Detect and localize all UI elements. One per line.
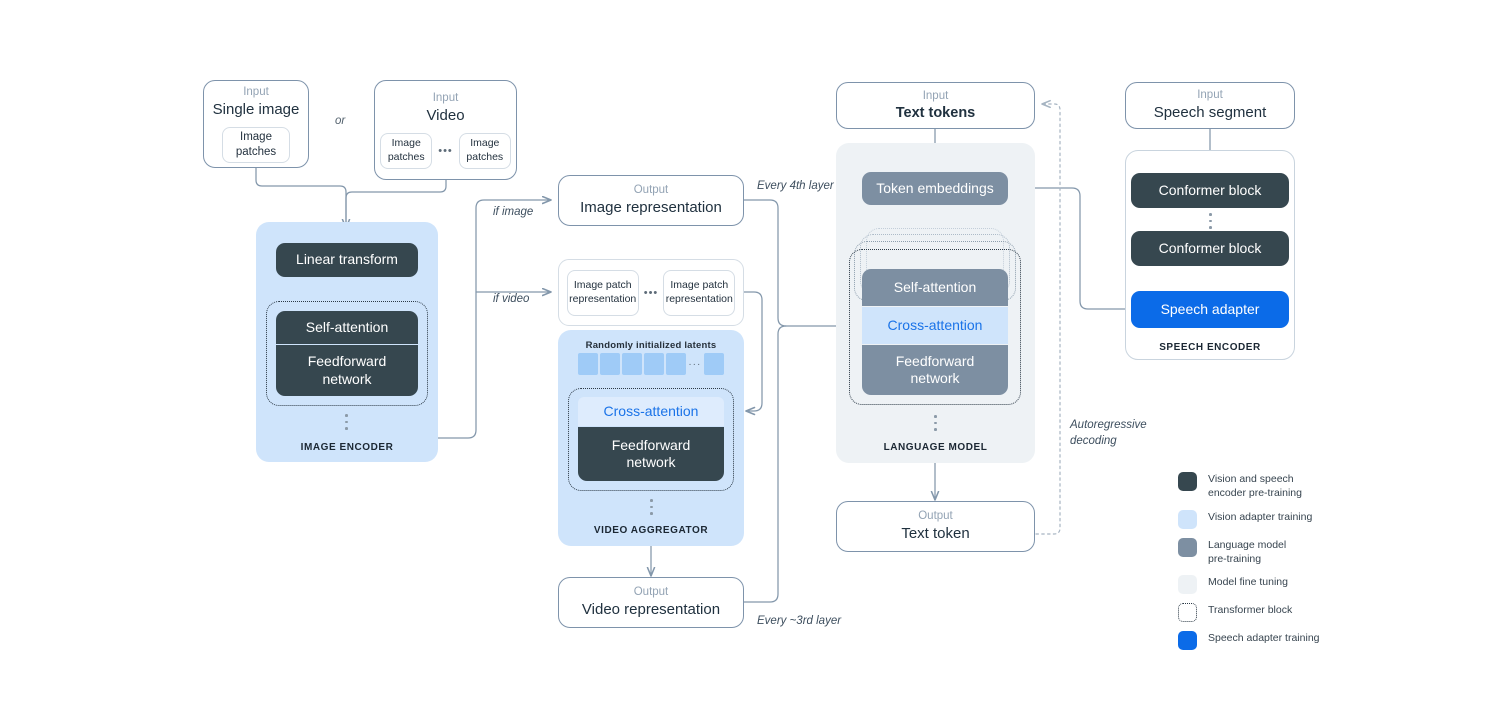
- image-representation-title: Image representation: [580, 198, 722, 216]
- token-embeddings-block: Token embeddings: [862, 172, 1008, 205]
- speech-adapter-block: Speech adapter: [1131, 291, 1289, 328]
- speech-segment-title: Speech segment: [1153, 103, 1267, 121]
- conformer-block-top: Conformer block: [1131, 173, 1289, 208]
- video-patches-chip-left: Image patches: [380, 132, 433, 169]
- latents-caption: Randomly initialized latents: [585, 340, 717, 351]
- video-patches-ellipsis: •••: [438, 144, 453, 157]
- image-encoder-label: IMAGE ENCODER: [300, 442, 394, 453]
- speech-encoder-ellipsis: [1209, 213, 1212, 229]
- legend-label: Speech adapter training: [1208, 632, 1320, 645]
- latent-square: [643, 353, 664, 375]
- image-patch-representation-left: Image patch representation: [566, 269, 639, 316]
- diagram-canvas: Input Single image Image patches or Inpu…: [0, 0, 1498, 710]
- legend-swatch-vision-adapter-training: [1178, 509, 1197, 529]
- input-video-card: Input Video Image patches ••• Image patc…: [374, 80, 517, 180]
- legend-item: Language model pre-training: [1178, 537, 1478, 567]
- text-tokens-kicker: Input: [922, 89, 949, 102]
- legend-label: Transformer block: [1208, 604, 1293, 617]
- legend-label: Model fine tuning: [1208, 576, 1288, 589]
- legend-label: Language model pre-training: [1208, 538, 1287, 565]
- patch-representation-ellipsis: •••: [643, 286, 659, 299]
- legend-swatch-language-model-pretraining: [1178, 537, 1197, 557]
- legend-swatch-vision-speech-encoder-pretraining: [1178, 472, 1197, 491]
- latent-square: [599, 353, 620, 375]
- single-image-patches-chip: Image patches: [222, 126, 290, 163]
- legend-swatch-model-fine-tuning: [1178, 575, 1197, 595]
- video-representation-title: Video representation: [581, 600, 721, 618]
- output-text-token-card: Output Text token: [836, 501, 1035, 552]
- input-video-title: Video: [426, 106, 465, 124]
- legend-swatch-transformer-block: [1178, 603, 1197, 623]
- image-encoder-feedforward: Feedforward network: [276, 345, 418, 396]
- latents-ellipsis: ···: [688, 358, 702, 370]
- legend-label: Vision adapter training: [1208, 510, 1313, 523]
- latents-row: ···: [578, 353, 725, 375]
- annotation-if-image: if image: [493, 206, 534, 218]
- language-model-cross-attention: Cross-attention: [862, 307, 1008, 344]
- speech-segment-kicker: Input: [1197, 89, 1223, 102]
- output-video-representation-card: Output Video representation: [558, 577, 744, 628]
- linear-transform-block: Linear transform: [276, 243, 418, 277]
- speech-encoder-label: SPEECH ENCODER: [1159, 342, 1261, 353]
- conformer-block-bottom: Conformer block: [1131, 231, 1289, 266]
- input-single-image-card: Input Single image Image patches: [203, 80, 309, 168]
- input-video-kicker: Input: [432, 92, 459, 105]
- input-speech-segment-card: Input Speech segment: [1125, 82, 1295, 129]
- language-model-self-attention: Self-attention: [862, 269, 1008, 306]
- legend: Vision and speech encoder pre-training V…: [1178, 472, 1478, 659]
- or-label: or: [335, 115, 346, 127]
- annotation-every-4th-layer: Every 4th layer: [757, 180, 834, 192]
- language-model-label: LANGUAGE MODEL: [883, 442, 988, 453]
- video-aggregator-cross-attention: Cross-attention: [578, 397, 724, 426]
- output-image-representation-card: Output Image representation: [558, 175, 744, 226]
- input-text-tokens-card: Input Text tokens: [836, 82, 1035, 129]
- text-tokens-title: Text tokens: [895, 105, 976, 122]
- text-token-title: Text token: [901, 524, 970, 542]
- language-model-ellipsis: [934, 415, 937, 431]
- legend-item: Vision adapter training: [1178, 509, 1478, 529]
- legend-item: Model fine tuning: [1178, 575, 1478, 595]
- video-aggregator-ellipsis: [650, 499, 653, 515]
- annotation-every-3rd-layer: Every ~3rd layer: [757, 615, 842, 627]
- legend-swatch-speech-adapter-training: [1178, 631, 1197, 651]
- latent-square: [621, 353, 642, 375]
- video-aggregator-label: VIDEO AGGREGATOR: [593, 525, 709, 536]
- legend-label: Vision and speech encoder pre-training: [1208, 473, 1302, 499]
- text-token-kicker: Output: [918, 510, 953, 523]
- video-aggregator-feedforward: Feedforward network: [578, 427, 724, 481]
- image-patch-representation-right: Image patch representation: [663, 269, 736, 316]
- video-representation-kicker: Output: [633, 586, 669, 599]
- legend-item: Transformer block: [1178, 603, 1478, 623]
- latent-square: [665, 353, 686, 375]
- image-encoder-self-attention: Self-attention: [276, 311, 418, 344]
- legend-item: Vision and speech encoder pre-training: [1178, 472, 1478, 501]
- legend-item: Speech adapter training: [1178, 631, 1478, 651]
- image-patch-representations-card: Image patch representation ••• Image pat…: [558, 259, 744, 326]
- video-patches-chip-right: Image patches: [458, 132, 511, 169]
- input-single-image-title: Single image: [212, 100, 300, 118]
- annotation-if-video: if video: [493, 293, 530, 305]
- latent-square: [578, 353, 598, 375]
- image-representation-kicker: Output: [633, 184, 669, 197]
- image-encoder-ellipsis: [345, 414, 348, 430]
- input-single-image-kicker: Input: [243, 86, 269, 99]
- language-model-feedforward: Feedforward network: [862, 345, 1008, 395]
- latent-square: [704, 353, 725, 375]
- annotation-autoregressive-decoding: Autoregressive decoding: [1070, 419, 1147, 447]
